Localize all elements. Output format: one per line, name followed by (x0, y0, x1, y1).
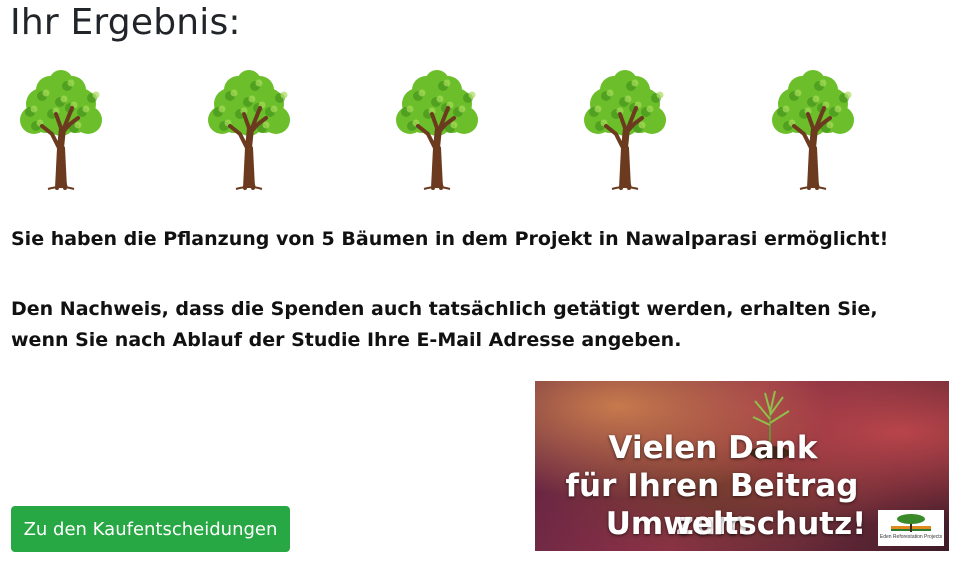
proof-message: Den Nachweis, dass die Spenden auch tats… (11, 298, 878, 351)
banner-line-3: Umweltschutz! (605, 506, 867, 542)
tree-icon (200, 68, 298, 190)
tree-icon (764, 68, 862, 190)
banner-line-1: Vielen Dank (608, 430, 818, 466)
page-title: Ihr Ergebnis: (10, 2, 241, 43)
eden-logo: Eden Reforestation Projects (878, 510, 944, 546)
logo-text: Eden Reforestation Projects (879, 534, 943, 540)
continue-button[interactable]: Zu den Kaufentscheidungen (11, 506, 290, 552)
tree-icon (388, 68, 486, 190)
tree-row (12, 68, 912, 190)
tree-icon (12, 68, 110, 190)
logo-tree-icon (891, 514, 931, 532)
planting-message: Sie haben die Pflanzung von 5 Bäumen in … (11, 228, 889, 250)
thank-you-banner: Vielen Dank für Ihren Beitrag zum Umwelt… (535, 381, 949, 551)
tree-icon (576, 68, 674, 190)
